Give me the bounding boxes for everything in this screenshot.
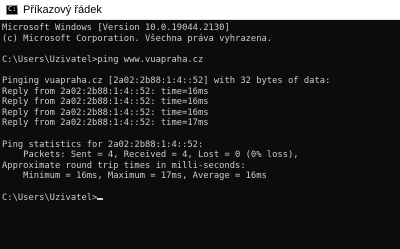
console-line: Approximate round trip times in milli-se… xyxy=(2,160,246,171)
prompt-text: C:\Users\Uzivatel> xyxy=(2,192,98,203)
console-line: Reply from 2a02:2b88:1:4::52: time=16ms xyxy=(2,97,209,108)
console-line: Microsoft Windows [Version 10.0.19044.21… xyxy=(2,23,230,33)
console-output[interactable]: Microsoft Windows [Version 10.0.19044.21… xyxy=(2,23,398,247)
title-bar[interactable]: C:\ Příkazový řádek xyxy=(0,0,400,20)
console-line: Pinging vuapraha.cz [2a02:2b88:1:4::52] … xyxy=(2,75,331,86)
console-line: Minimum = 16ms, Maximum = 17ms, Average … xyxy=(2,171,267,182)
console-line: Reply from 2a02:2b88:1:4::52: time=17ms xyxy=(2,118,209,129)
text-cursor xyxy=(97,197,104,200)
console-line: Ping statistics for 2a02:2b88:1:4::52: xyxy=(2,139,204,150)
command-prompt-window: C:\ Příkazový řádek Microsoft Windows [V… xyxy=(0,0,400,249)
console-line: Packets: Sent = 4, Received = 4, Lost = … xyxy=(2,150,299,161)
console-line: Reply from 2a02:2b88:1:4::52: time=16ms xyxy=(2,107,209,118)
console-line: Reply from 2a02:2b88:1:4::52: time=16ms xyxy=(2,86,209,97)
cmd-console-icon: C:\ xyxy=(6,4,21,15)
prompt-line[interactable]: C:\Users\Uzivatel> xyxy=(2,193,398,204)
window-title: Příkazový řádek xyxy=(23,3,102,16)
console-line: (c) Microsoft Corporation. Všechna práva… xyxy=(2,33,273,44)
console-line: C:\Users\Uzivatel>ping www.vuapraha.cz xyxy=(2,54,204,65)
